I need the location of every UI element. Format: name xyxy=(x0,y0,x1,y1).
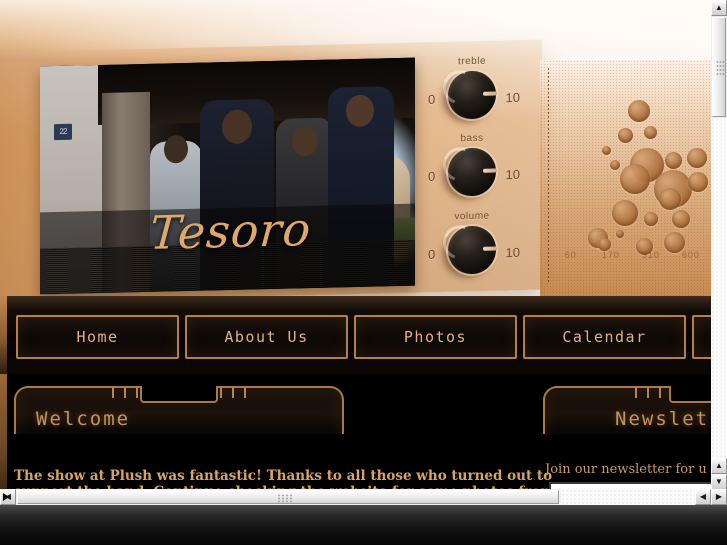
bubble xyxy=(665,152,682,169)
panel-notch xyxy=(140,386,218,403)
welcome-panel-header: Welcome xyxy=(14,386,344,434)
scroll-right-button[interactable]: ▶ xyxy=(711,489,727,505)
horizontal-scroll-track-right[interactable] xyxy=(561,489,695,505)
horizontal-scroll-thumb[interactable] xyxy=(17,490,559,504)
panel-notch xyxy=(669,386,711,403)
bubble xyxy=(602,146,611,155)
knob-highlight xyxy=(437,219,483,266)
welcome-panel: Welcome xyxy=(14,386,344,434)
bubble xyxy=(628,100,650,122)
scroll-thumb-grip-icon xyxy=(277,494,293,503)
newsletter-panel: Newslet xyxy=(543,386,711,434)
band-photo[interactable]: 22 Tesoro xyxy=(40,57,415,295)
scroll-thumb-grip-icon xyxy=(716,60,725,76)
knob-pointer xyxy=(483,246,497,251)
triangle-left-icon: ◀ xyxy=(699,492,707,501)
main-navigation: Home About Us Photos Calendar xyxy=(0,296,711,374)
panel-tick-marks-left xyxy=(635,387,661,398)
knob-bass-min: 0 xyxy=(428,168,436,185)
knob-volume[interactable]: volume 0 10 xyxy=(422,210,522,277)
knob-bass-row: 0 10 xyxy=(422,141,522,199)
band-photo-image: 22 Tesoro xyxy=(40,57,415,295)
bubble xyxy=(644,212,658,226)
triangle-up-icon: ▲ xyxy=(715,461,723,470)
nav-item-photos[interactable]: Photos xyxy=(354,315,517,359)
welcome-panel-title: Welcome xyxy=(36,408,131,430)
bubble xyxy=(687,148,707,168)
page-viewport: 60 170 310 600 22 Tesoro treble 0 10 bas… xyxy=(0,0,711,505)
knob-volume-row: 0 10 xyxy=(422,219,522,277)
vertical-scroll-thumb[interactable] xyxy=(712,17,726,117)
freq-tick-1: 60 xyxy=(564,250,577,260)
panel-tick-marks-right xyxy=(220,387,246,398)
newsletter-panel-title: Newslet xyxy=(615,408,710,430)
scroll-down-button[interactable]: ▼ xyxy=(711,474,727,490)
knob-bass-max: 10 xyxy=(505,166,520,183)
triangle-right-icon: ▶ xyxy=(715,492,723,501)
knob-pointer xyxy=(483,168,497,173)
knob-bass-dial[interactable] xyxy=(437,141,497,197)
bubble xyxy=(618,128,633,143)
knob-treble-max: 10 xyxy=(505,89,520,106)
freq-tick-2: 170 xyxy=(601,250,620,260)
knob-treble[interactable]: treble 0 10 xyxy=(422,55,522,122)
welcome-text-line-1: The show at Plush was fantastic! Thanks … xyxy=(14,468,553,484)
vertical-scroll-track-lower[interactable] xyxy=(711,118,727,458)
bubble xyxy=(644,126,657,139)
knob-highlight xyxy=(437,141,483,188)
panel-tick-marks-left xyxy=(112,387,138,398)
scroll-left-button-secondary[interactable]: ◀ xyxy=(695,489,711,505)
content-area: Welcome Newslet The show at Plush was fa… xyxy=(0,374,711,505)
knob-volume-label: volume xyxy=(454,210,490,223)
nav-item-home[interactable]: Home xyxy=(16,315,179,359)
bubble xyxy=(616,230,624,238)
mouse-cursor-icon xyxy=(3,493,9,501)
freq-tick-3: 310 xyxy=(641,250,660,260)
nav-item-list: Home About Us Photos Calendar xyxy=(16,315,711,359)
status-bar xyxy=(0,505,727,545)
house-number-plate: 22 xyxy=(54,123,72,141)
bubble xyxy=(610,160,620,170)
newsletter-blurb: Join our newsletter for u xyxy=(545,462,707,477)
bubble xyxy=(620,164,650,194)
knob-treble-row: 0 10 xyxy=(422,64,522,122)
bubble-graphic-panel: 60 170 310 600 xyxy=(540,60,711,302)
knob-bass[interactable]: bass 0 10 xyxy=(422,132,522,199)
vertical-scrollbar[interactable]: ▲ ▲ ▼ xyxy=(711,0,727,505)
knob-bass-label: bass xyxy=(460,132,484,145)
browser-window: 60 170 310 600 22 Tesoro treble 0 10 bas… xyxy=(0,0,727,545)
knob-highlight xyxy=(437,64,483,111)
knob-pointer xyxy=(483,91,497,96)
nav-item-calendar[interactable]: Calendar xyxy=(523,315,686,359)
band-logo: Tesoro xyxy=(148,201,314,260)
nav-item-about-us[interactable]: About Us xyxy=(185,315,348,359)
knob-volume-max: 10 xyxy=(505,244,520,261)
scroll-up-button[interactable]: ▲ xyxy=(711,0,727,16)
triangle-up-icon: ▲ xyxy=(715,3,723,12)
bubble xyxy=(612,200,638,226)
horizontal-scrollbar[interactable]: ◀ ◀ ▶ xyxy=(0,489,727,505)
triangle-down-icon: ▼ xyxy=(715,477,723,486)
nav-item-overflow[interactable] xyxy=(692,315,711,359)
knob-treble-label: treble xyxy=(457,55,486,68)
freq-tick-4: 600 xyxy=(681,250,700,260)
knob-volume-min: 0 xyxy=(428,246,436,263)
nav-left-accent-strip xyxy=(0,296,7,374)
knob-treble-min: 0 xyxy=(428,91,436,108)
bubble xyxy=(659,188,681,210)
bubble xyxy=(688,172,708,192)
bubble xyxy=(672,210,690,228)
knob-volume-dial[interactable] xyxy=(437,219,497,275)
scroll-up-button-secondary[interactable]: ▲ xyxy=(711,458,727,474)
hero-banner: 60 170 310 600 22 Tesoro treble 0 10 bas… xyxy=(0,0,711,303)
knob-treble-dial[interactable] xyxy=(437,64,497,120)
frequency-scale: 60 170 310 600 xyxy=(540,250,711,260)
content-left-accent-strip xyxy=(0,374,7,505)
newsletter-panel-header: Newslet xyxy=(543,386,711,434)
